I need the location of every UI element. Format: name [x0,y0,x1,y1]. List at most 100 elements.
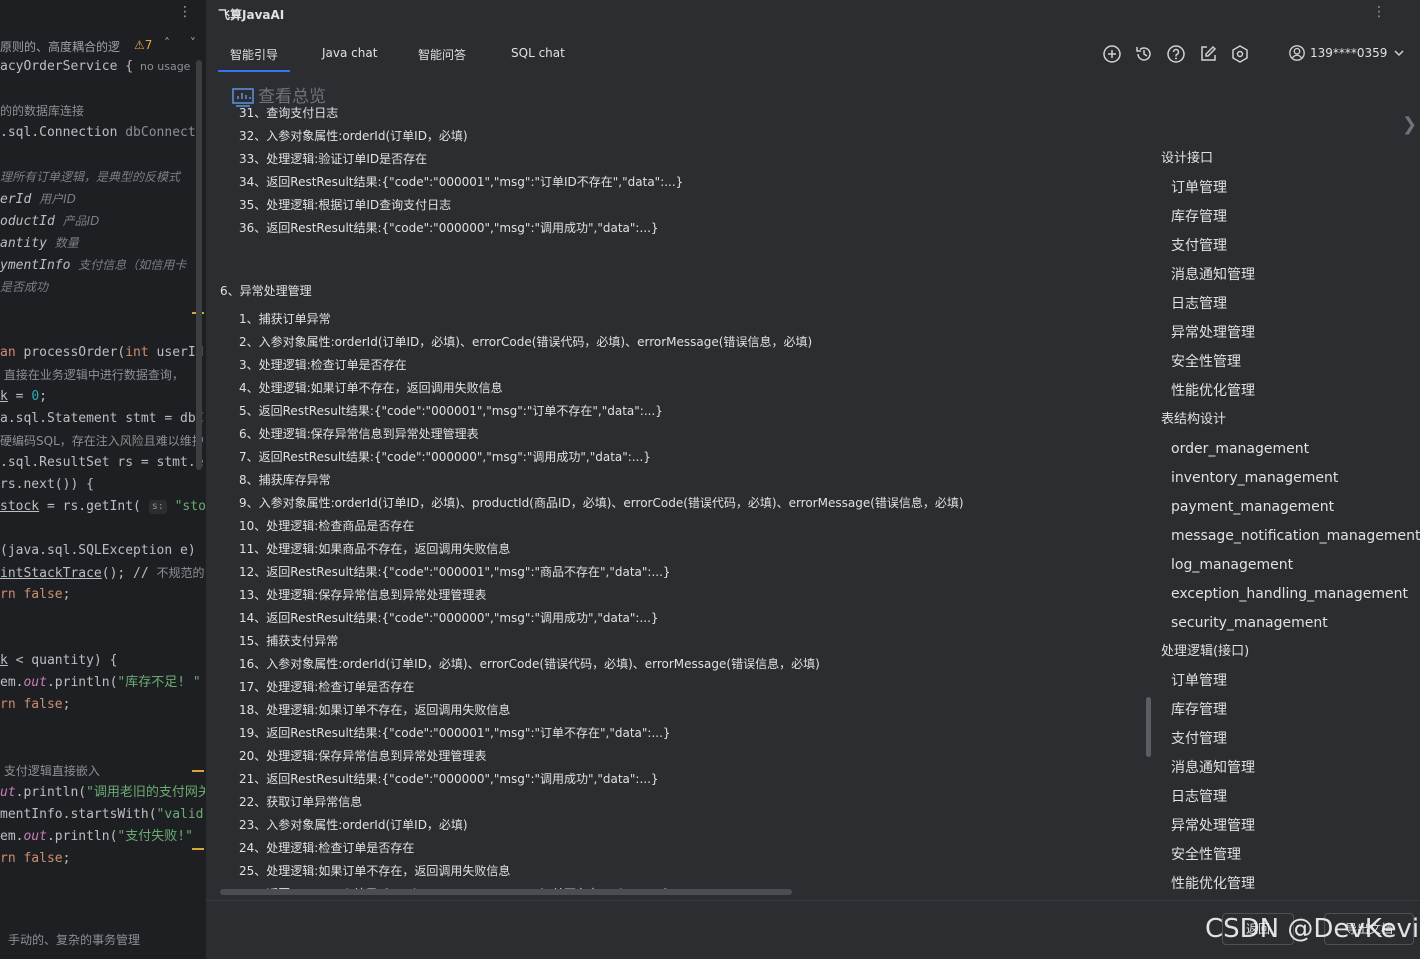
code-token: "库存不足! " [117,675,201,690]
code-line: 是否成功 [0,276,48,298]
problem-nav-arrows[interactable]: ˄ ˅ [164,36,204,50]
toc-item[interactable]: 消息通知管理 [1171,264,1255,286]
toc-item[interactable]: 订单管理 [1171,177,1227,199]
guide-step-line: 1、捕获订单异常 [239,312,331,326]
toc-item[interactable]: 异常处理管理 [1171,322,1255,344]
toc-item[interactable]: 日志管理 [1171,293,1227,315]
code-token: = rs.getInt( [39,499,149,514]
toc-item[interactable]: inventory_management [1171,467,1338,489]
code-token: ut [0,785,16,800]
toc-item[interactable]: 支付管理 [1171,728,1227,750]
panel-more-icon[interactable]: ⋮ [1372,4,1386,20]
guide-step-line: 15、捕获支付异常 [239,634,339,648]
gutter-change-marker [192,770,204,772]
toc-item[interactable]: 性能优化管理 [1171,873,1255,895]
toc-item[interactable]: 安全性管理 [1171,844,1241,866]
code-token: intStackTrace [0,566,102,581]
code-editor[interactable]: ⋮ 原则的、高度耦合的逻 ⚠7 ˄ ˅ acyOrderService { no… [0,0,205,958]
guide-step-line: 12、返回RestResult结果:{"code":"000001","msg"… [239,565,671,579]
code-line: rn false; [0,584,70,606]
guide-step-line: 4、处理逻辑:如果订单不存在，返回调用失败信息 [239,381,503,395]
code-line: k = 0; [0,386,47,408]
guide-step-line: 7、返回RestResult结果:{"code":"000000","msg":… [239,450,651,464]
tab-java-chat[interactable]: Java chat [322,46,377,60]
settings-icon[interactable] [1230,44,1250,64]
history-icon[interactable] [1134,44,1154,64]
more-options-icon[interactable]: ⋮ [178,4,192,20]
add-icon[interactable] [1102,44,1122,64]
toc-item[interactable]: exception_handling_management [1171,583,1408,605]
code-token: false [23,587,63,602]
guide-step-line: 35、处理逻辑:根据订单ID查询支付日志 [239,198,452,212]
toc-section[interactable]: 表结构设计 [1161,409,1226,431]
toc-item[interactable]: security_management [1171,612,1328,634]
tab-smart-guide[interactable]: 智能引导 [217,46,291,72]
editor-scrollbar[interactable] [196,60,202,470]
edit-icon[interactable] [1198,44,1218,64]
code-token: ; [39,389,47,404]
warning-count[interactable]: ⚠7 [134,38,152,52]
tab-sql-chat[interactable]: SQL chat [511,46,565,60]
user-account-menu[interactable]: 139****0359 [1288,44,1405,64]
toc-section[interactable]: 处理逻辑(接口) [1161,641,1249,663]
code-token: ; [62,851,71,866]
code-token: = [7,389,32,404]
code-token: k [0,389,8,404]
code-token: ; [62,587,71,602]
guide-step-line: 6、处理逻辑:保存异常信息到异常处理管理表 [239,427,479,441]
panel-title: 飞算JavaAI [218,8,285,22]
code-line: 硬编码SQL，存在注入风险且难以维护 [0,430,204,452]
content-vertical-scrollbar[interactable] [1146,697,1151,757]
code-line: ymentInfo 支付信息（如信用卡 [0,254,186,276]
toc-item[interactable]: 异常处理管理 [1171,815,1255,837]
toc-item[interactable]: 性能优化管理 [1171,380,1255,402]
tab-smart-qa[interactable]: 智能问答 [418,46,466,63]
code-line: 的的数据库连接 [0,100,84,122]
toc-item[interactable]: 消息通知管理 [1171,757,1255,779]
toc-item[interactable]: 库存管理 [1171,699,1227,721]
guide-step-line: 14、返回RestResult结果:{"code":"000000","msg"… [239,611,659,625]
code-token: 数量 [54,236,79,250]
code-line: a.sql.Statement stmt = dbC [0,408,204,430]
code-token: 产品ID [62,214,100,228]
toc-item[interactable]: order_management [1171,438,1309,460]
toc-item[interactable]: 支付管理 [1171,235,1227,257]
editor-hint-bar: 原则的、高度耦合的逻 ⚠7 ˄ ˅ [0,36,205,56]
code-token: out [23,829,47,844]
guide-step-line: 5、返回RestResult结果:{"code":"000001","msg":… [239,404,663,418]
code-line: intStackTrace(); // 不规范的 [0,562,205,584]
toc-item[interactable]: log_management [1171,554,1293,576]
guide-step-line: 10、处理逻辑:检查商品是否存在 [239,519,415,533]
toc-item[interactable]: 日志管理 [1171,786,1227,808]
code-line: erId 用户ID [0,188,76,210]
help-icon[interactable] [1166,44,1186,64]
user-name: 139****0359 [1310,46,1388,60]
guide-step-line: 8、捕获库存异常 [239,473,331,487]
code-token: em. [0,675,24,690]
toc-section[interactable]: 设计接口 [1161,148,1213,170]
code-token: acyOrderService { [0,59,134,74]
toc-item[interactable]: 安全性管理 [1171,351,1241,373]
code-line: rs.next()) { [0,474,94,496]
toc-item[interactable]: payment_management [1171,496,1334,518]
code-token: 硬编码SQL，存在注入风险且难以维护 [0,434,204,448]
guide-step-line: 19、返回RestResult结果:{"code":"000001","msg"… [239,726,671,740]
guide-step-line: 36、返回RestResult结果:{"code":"000000","msg"… [239,221,659,235]
code-line: oductId 产品ID [0,210,99,232]
code-token: rn [0,851,24,866]
guide-step-line: 13、处理逻辑:保存异常信息到异常处理管理表 [239,588,487,602]
code-token: .sql.ResultSet rs = stmt.e [0,455,204,470]
collapse-toc-icon[interactable]: ❯ [1402,114,1417,135]
content-horizontal-scrollbar[interactable] [220,889,792,895]
code-token: 不规范的 [156,566,205,580]
toc-item[interactable]: message_notification_management [1171,525,1420,547]
guide-content[interactable]: 31、查询支付日志 32、入参对象属性:orderId(订单ID，必填) 33、处理… [220,100,1150,895]
code-token: 支付逻辑直接嵌入 [0,764,100,778]
overview-button[interactable]: 查看总览 [232,82,326,107]
code-token: rn [0,587,24,602]
chevron-down-icon [1394,50,1404,57]
toc-item[interactable]: 库存管理 [1171,206,1227,228]
toc-item[interactable]: 订单管理 [1171,670,1227,692]
code-token: rs.next()) { [0,477,94,492]
code-token: rn [0,697,24,712]
